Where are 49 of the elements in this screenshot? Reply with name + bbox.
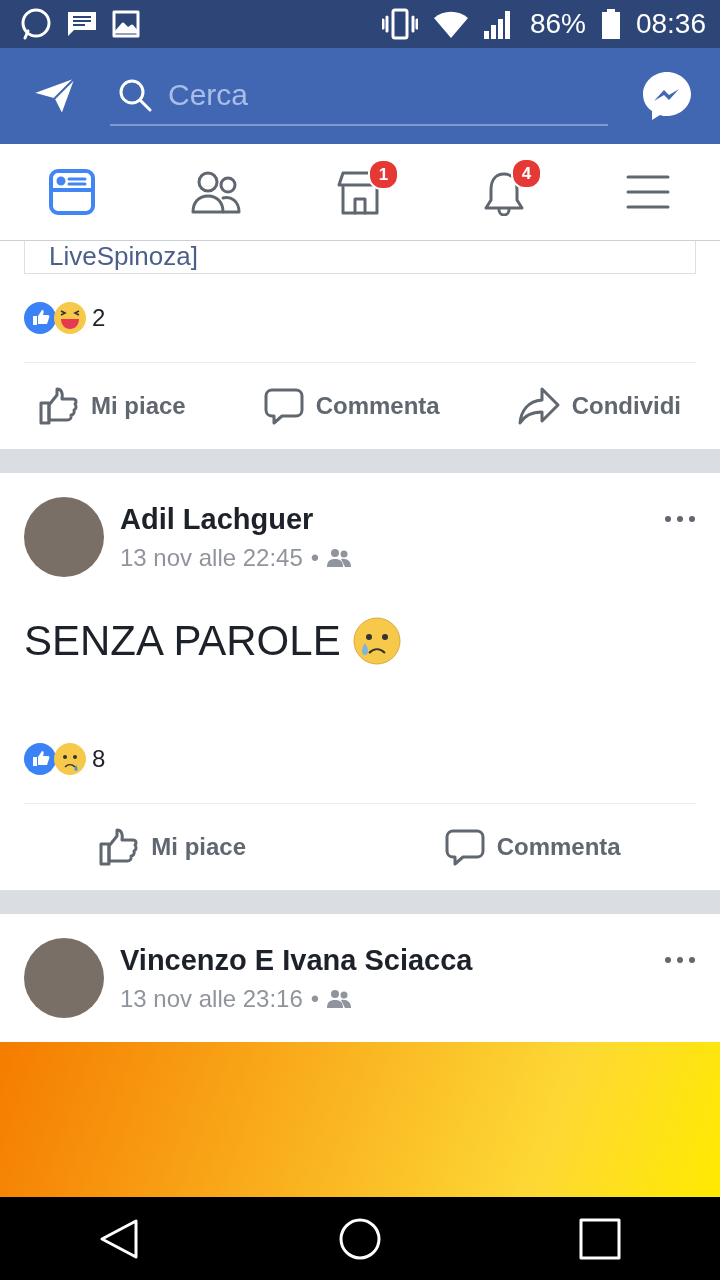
share-arrow-icon <box>517 387 560 425</box>
post-time[interactable]: 13 nov alle 23:16 <box>120 984 303 1013</box>
home-icon <box>338 1216 382 1261</box>
shop-tab[interactable]: 1 <box>288 144 432 240</box>
separator-dot: • <box>310 543 320 572</box>
recents-icon <box>578 1216 622 1261</box>
notification-count: 1 <box>368 159 399 190</box>
post-text: SENZA PAROLE <box>24 617 341 665</box>
author-name[interactable]: Adil Lachguer <box>120 502 648 536</box>
separator-dot: • <box>310 984 320 1013</box>
more-options-icon[interactable] <box>664 956 696 964</box>
more-options-icon[interactable] <box>664 515 696 523</box>
vibrate-icon <box>381 8 418 40</box>
message-icon <box>68 12 96 36</box>
messenger-icon[interactable] <box>642 71 692 121</box>
image-icon <box>112 10 140 38</box>
chat-bubble-icon <box>20 8 52 40</box>
thumbs-up-icon <box>39 387 79 425</box>
friends-audience-icon <box>327 547 352 568</box>
menu-icon <box>626 174 670 210</box>
comment-button[interactable]: Commenta <box>255 383 448 429</box>
author-name[interactable]: Vincenzo E Ivana Sciacca <box>120 943 648 977</box>
like-button[interactable]: Mi piace <box>91 824 254 870</box>
friends-icon <box>191 170 241 214</box>
news-feed-icon <box>48 168 96 216</box>
battery-percentage: 86% <box>529 8 586 40</box>
sad-emoji-icon <box>54 743 86 775</box>
thumbs-up-icon <box>99 828 140 866</box>
friends-audience-icon <box>327 988 352 1009</box>
post-time[interactable]: 13 nov alle 22:45 <box>120 543 303 572</box>
clock-time: 08:36 <box>635 8 706 40</box>
laughing-emoji-icon <box>54 302 86 334</box>
like-reaction-icon <box>24 743 56 775</box>
like-button[interactable]: Mi piace <box>31 383 194 429</box>
link-text: LiveSpinoza] <box>49 241 198 271</box>
paper-plane-icon[interactable] <box>32 77 76 115</box>
reaction-count: 2 <box>92 304 106 332</box>
crying-emoji-icon <box>352 617 401 665</box>
wifi-icon <box>433 10 468 38</box>
speech-bubble-icon <box>444 828 485 866</box>
bell-tab[interactable]: 4 <box>432 144 576 240</box>
share-button[interactable]: Condividi <box>509 383 689 429</box>
search-icon <box>118 78 152 112</box>
comment-button[interactable]: Commenta <box>436 824 629 870</box>
notification-count: 4 <box>511 158 542 189</box>
speech-bubble-icon <box>263 387 304 425</box>
like-reaction-icon <box>24 302 56 334</box>
battery-icon <box>601 9 620 39</box>
reaction-count: 8 <box>92 745 106 773</box>
